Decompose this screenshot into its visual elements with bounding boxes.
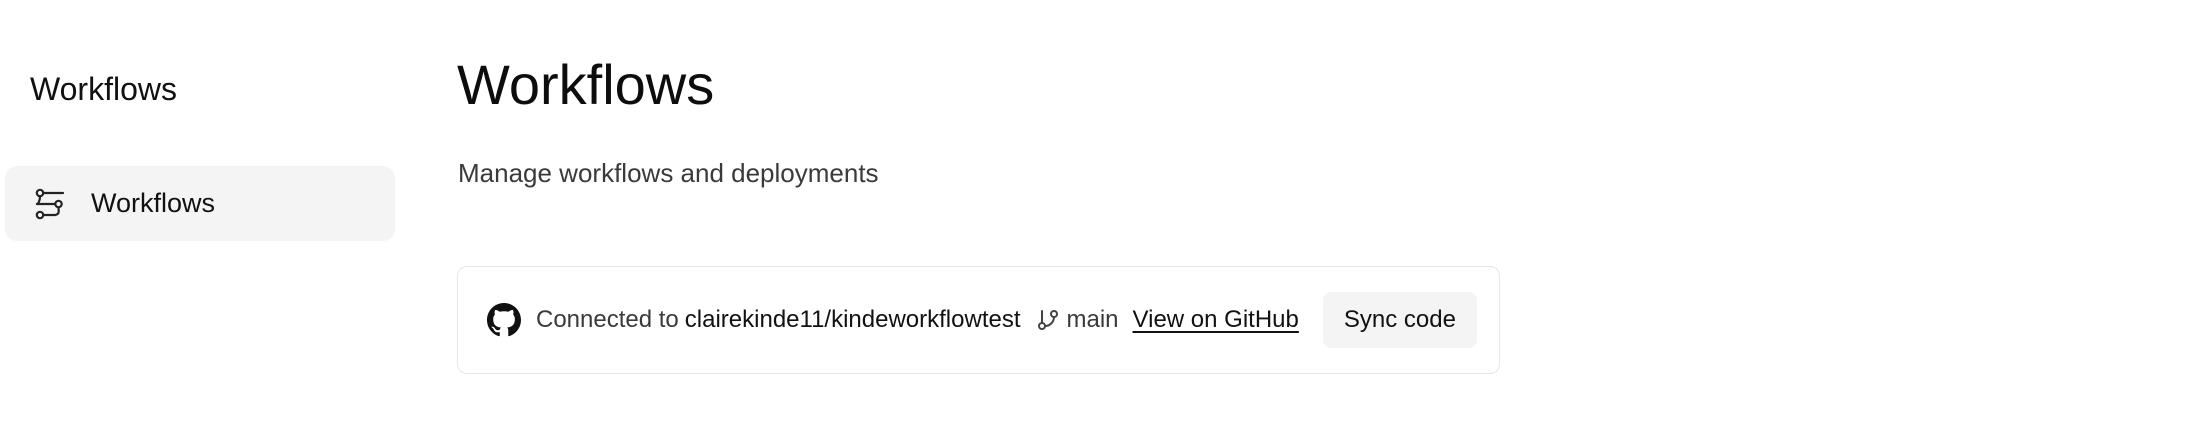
connected-label: Connected to: [536, 306, 679, 333]
page-subtitle: Manage workflows and deployments: [458, 158, 879, 188]
repo-connection-card: Connected to clairekinde11/kindeworkflow…: [457, 266, 1500, 374]
github-icon: [486, 302, 522, 338]
sync-code-button[interactable]: Sync code: [1322, 292, 1477, 348]
repo-name: clairekinde11/kindeworkflowtest: [684, 306, 1021, 333]
view-on-github-link[interactable]: View on GitHub: [1133, 306, 1299, 334]
sidebar: Workflows Workflows: [0, 0, 420, 433]
page: Workflows Workflows Workflows Manage wor…: [0, 0, 2200, 433]
branch-indicator: main: [1035, 306, 1119, 334]
git-branch-icon: [1035, 307, 1061, 333]
workflow-icon: [32, 186, 68, 222]
sidebar-title: Workflows: [30, 71, 177, 107]
branch-name: main: [1066, 306, 1119, 333]
sidebar-item-label: Workflows: [91, 188, 216, 218]
sidebar-item-workflows[interactable]: Workflows: [5, 166, 395, 241]
page-title: Workflows: [457, 53, 715, 116]
